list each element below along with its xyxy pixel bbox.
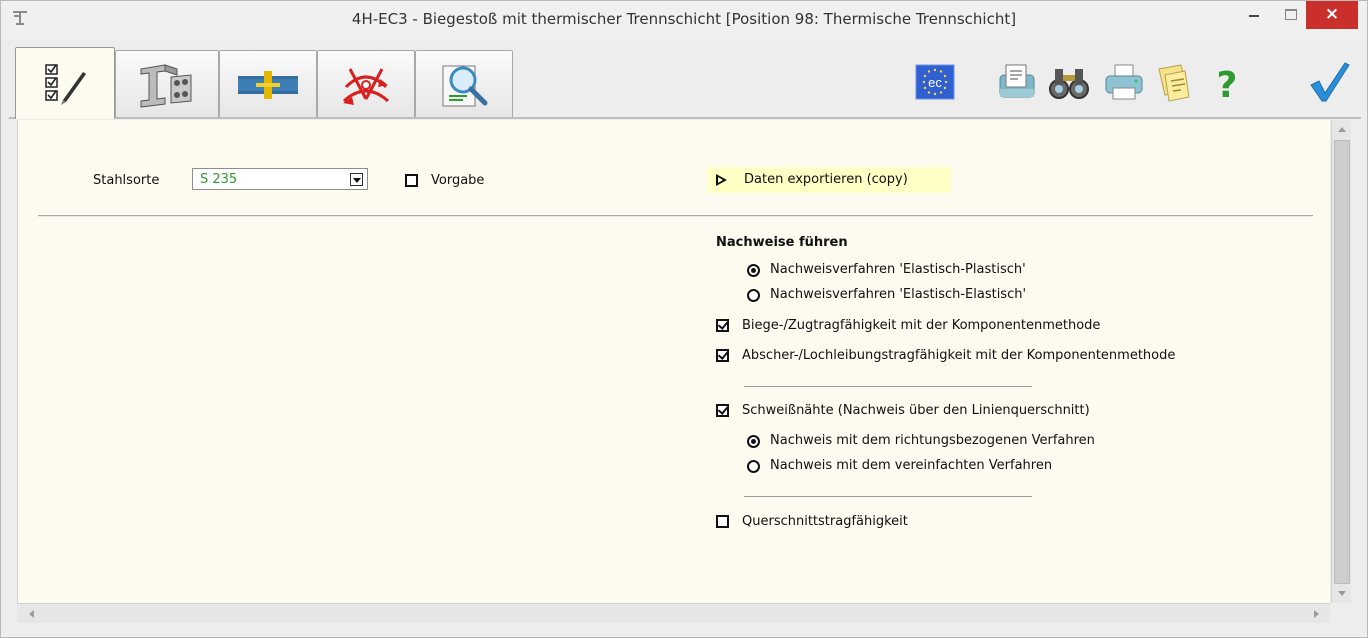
ec-label: ec bbox=[928, 75, 942, 90]
scroll-left-icon[interactable] bbox=[23, 605, 41, 623]
steel-beam-icon bbox=[140, 63, 192, 108]
output-document-button[interactable] bbox=[994, 59, 1040, 105]
ok-button[interactable] bbox=[1305, 59, 1351, 105]
title-bar[interactable]: 4H-EC3 - Biegestoß mit thermischer Trenn… bbox=[1, 1, 1367, 39]
option-label: Nachweisverfahren 'Elastisch-Elastisch' bbox=[770, 287, 1027, 302]
export-label: Daten exportieren (copy) bbox=[744, 172, 908, 187]
export-data-button[interactable]: Daten exportieren (copy) bbox=[707, 167, 951, 193]
scroll-up-icon[interactable] bbox=[1333, 121, 1351, 139]
option-label: Abscher-/Lochleibungstragfähigkeit mit d… bbox=[742, 348, 1176, 363]
checkbox-welds[interactable] bbox=[716, 404, 729, 417]
horizontal-scrollbar[interactable] bbox=[17, 603, 1330, 623]
maximize-button[interactable] bbox=[1276, 1, 1306, 29]
view-button[interactable] bbox=[1046, 59, 1092, 105]
radio-elastic-elastic[interactable] bbox=[747, 289, 760, 302]
input-panel: Stahlsorte S 235 Vorgabe Daten exportier… bbox=[17, 120, 1330, 603]
help-button[interactable]: ? bbox=[1204, 59, 1250, 106]
option-label: Nachweisverfahren 'Elastisch-Plastisch' bbox=[770, 262, 1026, 277]
play-triangle-icon bbox=[716, 174, 727, 186]
document-output-icon bbox=[999, 64, 1035, 98]
magnifier-document-icon bbox=[442, 65, 488, 106]
sticky-notes-icon bbox=[1158, 64, 1190, 102]
chevron-down-icon[interactable] bbox=[350, 173, 363, 186]
checkbox-cross-section[interactable] bbox=[716, 515, 729, 528]
radio-simplified-method[interactable] bbox=[747, 460, 760, 473]
divider bbox=[744, 496, 1032, 497]
minimize-button[interactable] bbox=[1240, 1, 1270, 29]
splice-plate-icon bbox=[238, 70, 298, 99]
option-label: Schweißnähte (Nachweis über den Linienqu… bbox=[742, 403, 1090, 418]
help-glyph: ? bbox=[1217, 65, 1238, 105]
scroll-right-icon[interactable] bbox=[1307, 605, 1325, 623]
help-question-icon: ? bbox=[1217, 65, 1238, 106]
divider bbox=[744, 386, 1032, 387]
binoculars-icon bbox=[1049, 69, 1089, 99]
tab-results[interactable] bbox=[415, 50, 513, 118]
steel-grade-value: S 235 bbox=[200, 172, 238, 187]
toolbar: ec ? bbox=[9, 45, 1361, 119]
steel-grade-label: Stahlsorte bbox=[93, 173, 160, 188]
vorgabe-checkbox[interactable] bbox=[405, 174, 418, 187]
close-button[interactable]: × bbox=[1306, 1, 1358, 29]
load-arrows-icon bbox=[342, 67, 390, 105]
print-button[interactable] bbox=[1101, 59, 1147, 105]
notes-button[interactable] bbox=[1151, 59, 1197, 105]
section-heading: Nachweise führen bbox=[716, 235, 848, 250]
checkmark-icon bbox=[1310, 62, 1350, 102]
scroll-thumb[interactable] bbox=[1334, 140, 1350, 584]
tab-input[interactable] bbox=[15, 47, 115, 119]
checklist-pen-icon bbox=[45, 63, 86, 105]
steel-grade-select[interactable]: S 235 bbox=[192, 168, 368, 190]
divider bbox=[38, 215, 1313, 217]
radio-elastic-plastic[interactable] bbox=[747, 264, 760, 277]
window-title: 4H-EC3 - Biegestoß mit thermischer Trenn… bbox=[351, 10, 1017, 28]
eu-flag-ec-icon: ec bbox=[915, 64, 955, 100]
checkbox-shear-bearing[interactable] bbox=[716, 349, 729, 362]
checkbox-bending-tension[interactable] bbox=[716, 319, 729, 332]
option-label: Querschnittstragfähigkeit bbox=[742, 514, 908, 529]
tab-profile[interactable] bbox=[115, 50, 219, 118]
close-icon: × bbox=[1324, 4, 1340, 24]
vertical-scrollbar[interactable] bbox=[1331, 120, 1351, 603]
radio-directional-method[interactable] bbox=[747, 435, 760, 448]
scroll-down-icon[interactable] bbox=[1333, 584, 1351, 602]
option-label: Biege-/Zugtragfähigkeit mit der Komponen… bbox=[742, 318, 1101, 333]
tab-load[interactable] bbox=[317, 50, 415, 118]
eurocode-button[interactable]: ec bbox=[912, 59, 958, 105]
printer-icon bbox=[1105, 64, 1143, 100]
tab-joint[interactable] bbox=[219, 50, 317, 118]
vorgabe-label: Vorgabe bbox=[431, 173, 485, 188]
main-window: 4H-EC3 - Biegestoß mit thermischer Trenn… bbox=[0, 0, 1368, 638]
option-label: Nachweis mit dem vereinfachten Verfahren bbox=[770, 458, 1053, 473]
option-label: Nachweis mit dem richtungsbezogenen Verf… bbox=[770, 433, 1095, 448]
toolbar-divider bbox=[9, 117, 1361, 119]
